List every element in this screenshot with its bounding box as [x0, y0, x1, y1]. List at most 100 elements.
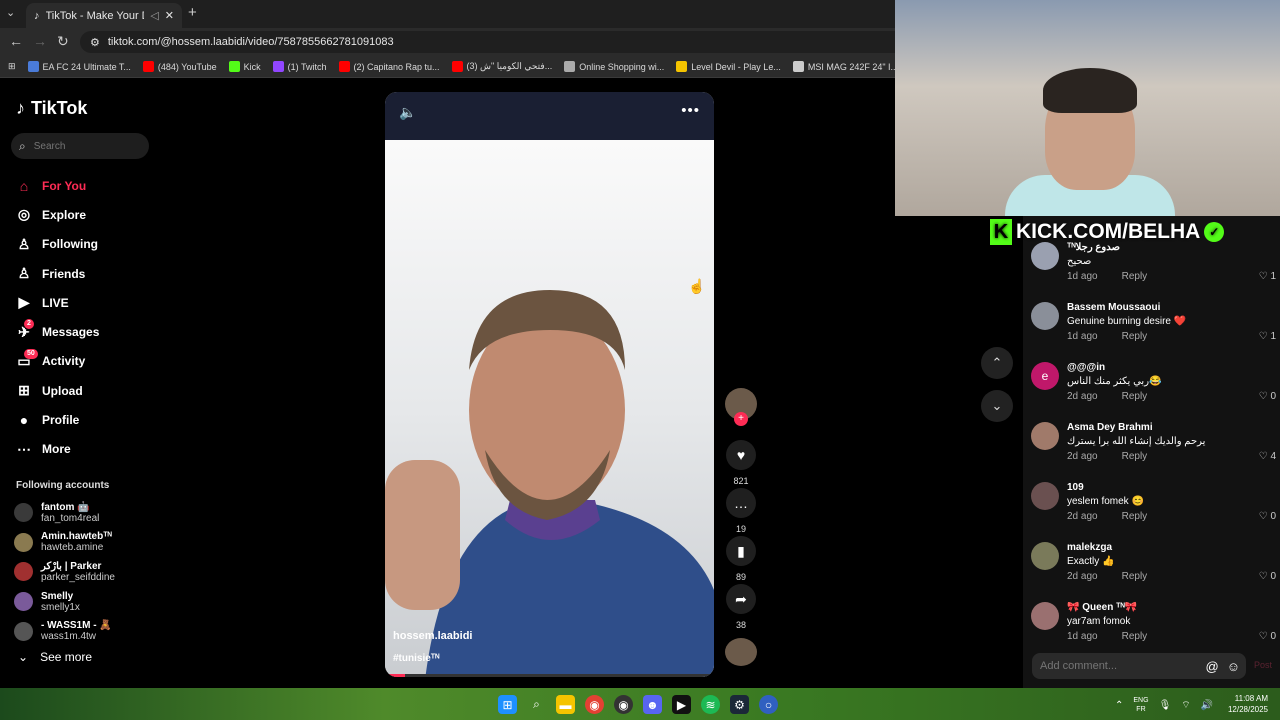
reply-button[interactable]: Reply — [1122, 331, 1148, 342]
nav-item-messages[interactable]: ✈ 2 Messages — [16, 317, 99, 346]
bookmark-item[interactable]: EA FC 24 Ultimate T... — [27, 61, 131, 72]
nav-item-upload[interactable]: ⊞ Upload — [16, 376, 99, 405]
see-more-button[interactable]: ⌄ See more — [18, 650, 92, 664]
bookmark-item[interactable]: (1) Twitch — [272, 61, 327, 72]
next-video-button[interactable]: ⌄ — [981, 390, 1013, 422]
mention-icon[interactable]: @ — [1206, 659, 1219, 674]
comment-author[interactable]: 🎀 Queen ᵀᴺ🎀 — [1067, 602, 1137, 613]
following-account[interactable]: Amin.hawtebᵀᴺ hawteb.amine — [14, 528, 115, 558]
bookmark-item[interactable]: Level Devil - Play Le... — [676, 61, 781, 72]
discord-icon[interactable]: ☻ — [643, 695, 662, 714]
creator-avatar[interactable]: + — [725, 388, 757, 426]
previous-video-button[interactable]: ⌃ — [981, 347, 1013, 379]
reply-button[interactable]: Reply — [1122, 571, 1148, 582]
nav-item-following[interactable]: ♙ Following — [16, 230, 99, 259]
reply-button[interactable]: Reply — [1122, 631, 1148, 642]
new-tab-icon[interactable]: + — [188, 4, 197, 21]
comment-like-button[interactable]: ♡ 1 — [1259, 271, 1276, 282]
tab-audio-icon[interactable]: ◁ — [150, 9, 158, 22]
search-box[interactable]: ⌕ — [11, 133, 149, 159]
video-player[interactable]: 🔈 ••• hossem.laabidi #tunisieᵀᴺ — [385, 92, 714, 677]
browser-tab[interactable]: ♪ TikTok - Make Your Day ◁ ✕ — [26, 3, 182, 28]
nav-item-activity[interactable]: ▭ 50 Activity — [16, 347, 99, 376]
comment-like-button[interactable]: ♡ 0 — [1259, 631, 1276, 642]
comment-avatar[interactable] — [1031, 482, 1059, 510]
bookmark-item[interactable]: (484) YouTube — [142, 61, 217, 72]
comment-like-button[interactable]: ♡ 4 — [1259, 451, 1276, 462]
following-account[interactable]: fantom 🤖 fan_tom4real — [14, 498, 115, 528]
video-hashtag[interactable]: #tunisieᵀᴺ — [393, 653, 439, 664]
comment-avatar[interactable] — [1031, 422, 1059, 450]
following-account[interactable]: Smelly smelly1x — [14, 587, 115, 617]
nav-item-profile[interactable]: ● Profile — [16, 405, 99, 434]
reply-button[interactable]: Reply — [1122, 271, 1148, 282]
forward-icon[interactable]: → — [33, 33, 47, 49]
comment-avatar[interactable] — [1031, 242, 1059, 270]
video-author[interactable]: hossem.laabidi — [393, 630, 472, 642]
reply-button[interactable]: Reply — [1122, 511, 1148, 522]
comment-author[interactable]: @@@in — [1067, 362, 1105, 373]
bookmark-item[interactable]: (2) Capitano Rap tu... — [338, 61, 440, 72]
nav-item-explore[interactable]: ◎ Explore — [16, 200, 99, 229]
following-account[interactable]: - WASS1M - 🧸 wass1m.4tw — [14, 616, 115, 646]
file-explorer-icon[interactable]: ▬ — [556, 695, 575, 714]
comment-author[interactable]: Asma Dey Brahmi — [1067, 422, 1153, 433]
bookmark-item[interactable]: Kick — [228, 61, 261, 72]
video-progress-bar[interactable] — [385, 674, 714, 677]
sound-avatar[interactable] — [725, 638, 757, 666]
save-button[interactable]: ▮ — [726, 536, 756, 566]
nav-item-more[interactable]: ⋯ More — [16, 435, 99, 464]
video-more-icon[interactable]: ••• — [681, 102, 700, 119]
bookmark-item[interactable]: (3) فتحي الكوميا "ش... — [451, 61, 552, 72]
comment-author[interactable]: Bassem Moussaoui — [1067, 302, 1160, 313]
clock[interactable]: 11:08 AM 12/28/2025 — [1222, 693, 1268, 715]
microphone-icon[interactable]: 🎙 — [1159, 700, 1172, 711]
comment-avatar[interactable] — [1031, 302, 1059, 330]
speaker-icon[interactable]: 🔊 — [1201, 700, 1213, 711]
comment-like-button[interactable]: ♡ 0 — [1259, 571, 1276, 582]
like-button[interactable]: ♥ — [726, 440, 756, 470]
comment-like-button[interactable]: ♡ 0 — [1259, 511, 1276, 522]
nav-item-friends[interactable]: ♙ Friends — [16, 259, 99, 288]
tab-close-icon[interactable]: ✕ — [165, 9, 174, 22]
comment-like-button[interactable]: ♡ 1 — [1259, 331, 1276, 342]
comment-author[interactable]: 109 — [1067, 482, 1084, 493]
search-input[interactable] — [33, 140, 134, 152]
nav-item-live[interactable]: ▶ LIVE — [16, 288, 99, 317]
post-button[interactable]: Post — [1254, 660, 1272, 670]
comment-author[interactable]: malekzga — [1067, 542, 1112, 553]
add-comment-input[interactable] — [1040, 660, 1200, 672]
url-field[interactable]: ⚙ tiktok.com/@hossem.laabidi/video/75878… — [80, 31, 910, 53]
comment-like-button[interactable]: ♡ 0 — [1259, 391, 1276, 402]
spotify-icon[interactable]: ≋ — [701, 695, 720, 714]
comment-avatar[interactable]: e — [1031, 362, 1059, 390]
back-icon[interactable]: ← — [9, 33, 23, 49]
comment-button[interactable]: … — [726, 488, 756, 518]
reload-icon[interactable]: ↻ — [57, 33, 69, 50]
site-info-icon[interactable]: ⚙ — [90, 36, 100, 49]
follow-plus-icon[interactable]: + — [734, 412, 748, 426]
tray-chevron-icon[interactable]: ⌃ — [1115, 700, 1123, 711]
comment-avatar[interactable] — [1031, 542, 1059, 570]
start-icon[interactable]: ⊞ — [498, 695, 517, 714]
reply-button[interactable]: Reply — [1122, 451, 1148, 462]
emoji-icon[interactable]: ☺ — [1227, 659, 1240, 674]
chrome-icon[interactable]: ◉ — [585, 695, 604, 714]
bookmark-item[interactable]: Online Shopping wi... — [564, 61, 664, 72]
following-account[interactable]: بارْكر | Parker parker_seifddine — [14, 557, 115, 587]
volume-icon[interactable]: 🔈 — [399, 104, 416, 121]
tiktok-logo[interactable]: ♪ TikTok — [16, 98, 87, 119]
reply-button[interactable]: Reply — [1122, 391, 1148, 402]
app-icon[interactable]: ◉ — [614, 695, 633, 714]
terminal-icon[interactable]: ▶ — [672, 695, 691, 714]
apps-icon[interactable]: ⊞ — [8, 61, 16, 72]
network-icon[interactable]: ⌔ — [1181, 699, 1190, 712]
language-indicator[interactable]: ENG FR — [1133, 696, 1148, 714]
comment-avatar[interactable] — [1031, 602, 1059, 630]
tab-list-icon[interactable]: ⌄ — [6, 6, 15, 19]
bookmark-item[interactable]: MSI MAG 242F 24" I... — [792, 61, 898, 72]
steam-icon[interactable]: ⚙ — [730, 695, 749, 714]
nav-item-for-you[interactable]: ⌂ For You — [16, 171, 99, 200]
add-comment-box[interactable]: @ ☺ — [1032, 653, 1246, 679]
share-button[interactable]: ➦ — [726, 584, 756, 614]
